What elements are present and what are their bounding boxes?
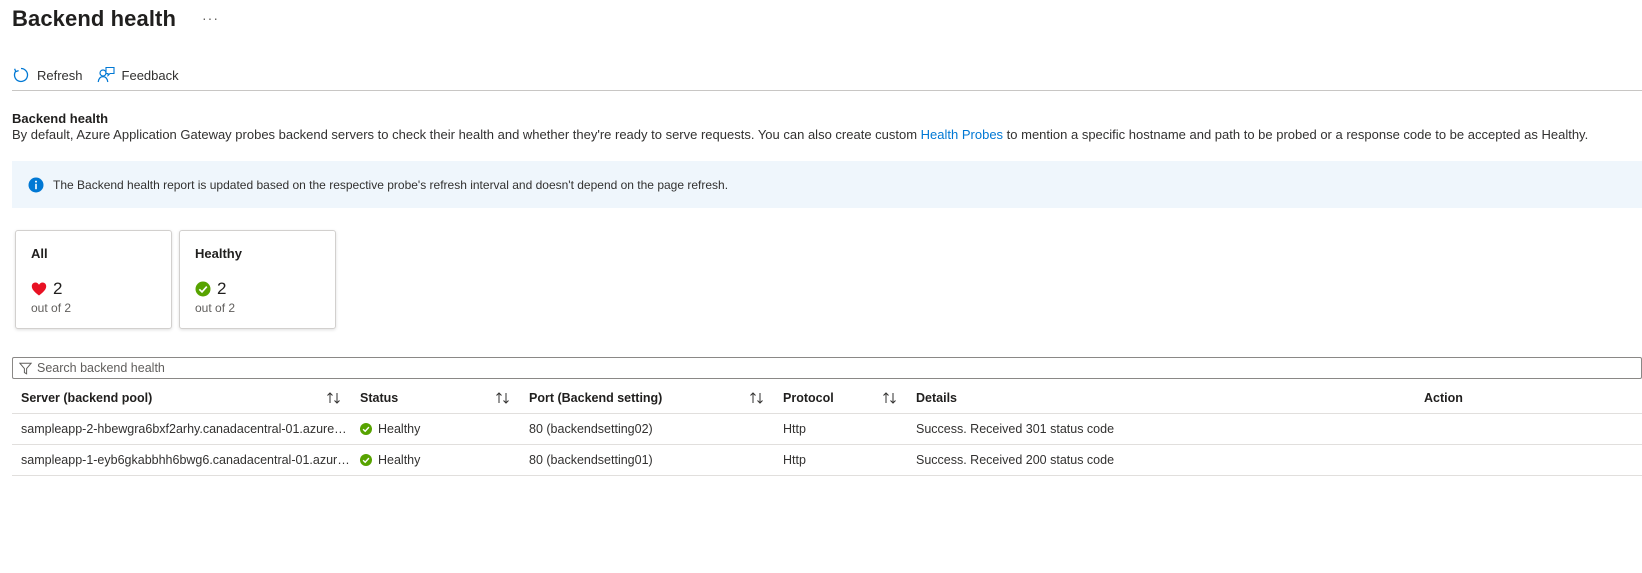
- more-options-button[interactable]: ···: [202, 10, 219, 26]
- info-banner-text: The Backend health report is updated bas…: [53, 177, 729, 192]
- cell-port: 80 (backendsetting01): [529, 453, 653, 467]
- info-icon: [28, 177, 44, 192]
- card-count: 2: [195, 279, 226, 299]
- search-input[interactable]: [37, 361, 1537, 375]
- feedback-icon: [97, 66, 115, 83]
- cell-status: Healthy: [360, 445, 420, 475]
- sort-icon[interactable]: [495, 391, 511, 405]
- status-text: Healthy: [378, 453, 421, 467]
- cell-protocol: Http: [783, 422, 806, 436]
- backend-health-table: Server (backend pool) Status Port (Backe…: [12, 382, 1642, 476]
- column-header-details: Details: [916, 390, 957, 405]
- summary-card-all[interactable]: All 2 out of 2: [15, 230, 172, 329]
- cell-status: Healthy: [360, 414, 420, 444]
- status-text: Healthy: [378, 422, 421, 436]
- refresh-label: Refresh: [37, 67, 83, 83]
- cell-server: sampleapp-1-eyb6gkabbhh6bwg6.canadacentr…: [21, 445, 351, 475]
- cell-port: 80 (backendsetting02): [529, 422, 653, 436]
- column-header-status[interactable]: Status: [360, 382, 398, 413]
- section-description: By default, Azure Application Gateway pr…: [12, 127, 1588, 142]
- column-header-server[interactable]: Server (backend pool): [21, 382, 152, 413]
- feedback-button[interactable]: Feedback: [97, 66, 179, 84]
- column-header-port[interactable]: Port (Backend setting): [529, 382, 662, 413]
- description-text-start: By default, Azure Application Gateway pr…: [12, 127, 921, 142]
- table-row[interactable]: sampleapp-1-eyb6gkabbhh6bwg6.canadacentr…: [12, 445, 1642, 476]
- check-circle-icon: [360, 454, 372, 466]
- card-count: 2: [31, 279, 62, 299]
- refresh-button[interactable]: Refresh: [12, 66, 83, 84]
- check-circle-icon: [195, 281, 211, 297]
- column-header-protocol[interactable]: Protocol: [783, 382, 834, 413]
- sort-icon[interactable]: [882, 391, 898, 405]
- heart-icon: [31, 282, 47, 296]
- check-circle-icon: [360, 423, 372, 435]
- filter-icon: [19, 362, 32, 375]
- command-bar: Refresh Feedback: [12, 62, 193, 88]
- card-title: All: [31, 246, 48, 261]
- health-probes-link[interactable]: Health Probes: [921, 127, 1003, 142]
- cell-details: Success. Received 200 status code: [916, 453, 1115, 467]
- card-count-value: 2: [217, 279, 227, 298]
- page-title: Backend health: [12, 6, 177, 31]
- section-title: Backend health: [12, 111, 109, 126]
- cell-server: sampleapp-2-hbewgra6bxf2arhy.canadacentr…: [21, 414, 351, 444]
- info-banner: The Backend health report is updated bas…: [12, 161, 1642, 208]
- cell-protocol: Http: [783, 453, 806, 467]
- server-name: sampleapp-1-eyb6gkabbhh6bwg6.canadacentr…: [21, 452, 351, 467]
- title-bar: Backend health ···: [12, 4, 219, 34]
- card-count-value: 2: [53, 279, 63, 298]
- sort-icon[interactable]: [749, 391, 765, 405]
- refresh-icon: [13, 67, 29, 83]
- table-row[interactable]: sampleapp-2-hbewgra6bxf2arhy.canadacentr…: [12, 414, 1642, 445]
- cell-details: Success. Received 301 status code: [916, 422, 1115, 436]
- card-subtext: out of 2: [31, 301, 72, 315]
- server-name: sampleapp-2-hbewgra6bxf2arhy.canadacentr…: [21, 421, 351, 436]
- column-header-action: Action: [1424, 390, 1463, 405]
- card-title: Healthy: [195, 246, 242, 261]
- sort-icon[interactable]: [326, 391, 342, 405]
- summary-card-healthy[interactable]: Healthy 2 out of 2: [179, 230, 336, 329]
- toolbar-divider: [12, 90, 1642, 91]
- search-box[interactable]: [12, 357, 1642, 379]
- feedback-label: Feedback: [121, 67, 179, 83]
- card-subtext: out of 2: [195, 301, 236, 315]
- table-header-row: Server (backend pool) Status Port (Backe…: [12, 382, 1642, 414]
- description-text-end: to mention a specific hostname and path …: [1003, 127, 1589, 142]
